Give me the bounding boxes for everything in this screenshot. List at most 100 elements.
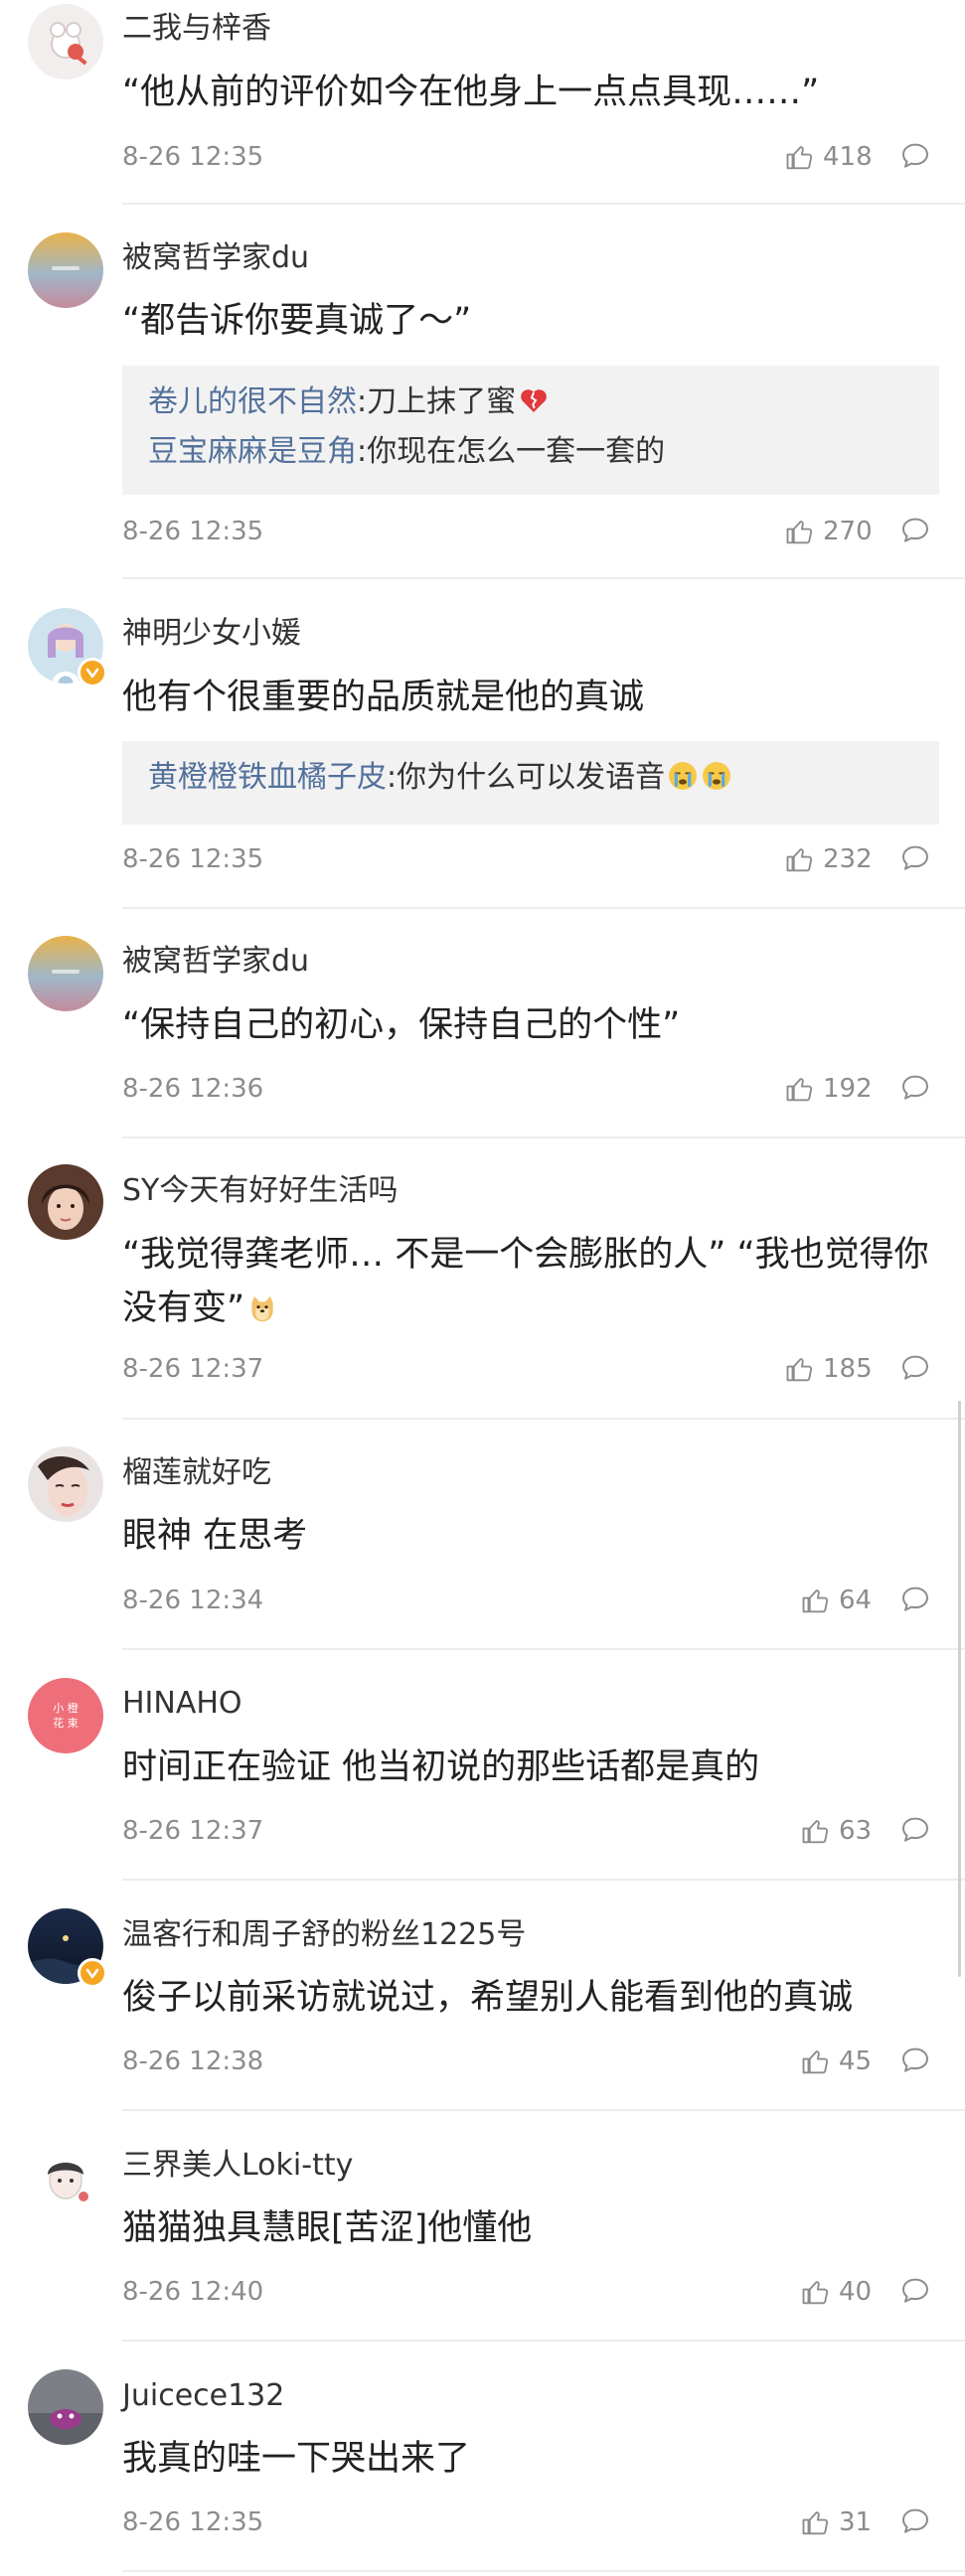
username[interactable]: Juicece132 [122,2377,284,2415]
comment-icon[interactable] [899,2505,931,2537]
reply-username[interactable]: 卷儿的很不自然 [148,384,357,419]
divider [122,2570,965,2572]
like-count: 270 [823,517,873,546]
comment-text-content: “我觉得龚老师… 不是一个会膨胀的人” “我也觉得你没有变” [122,1235,929,1328]
username[interactable]: 温客行和周子舒的粉丝1225号 [122,1916,526,1954]
reply-username[interactable]: 豆宝麻麻是豆角 [148,434,357,469]
like-button[interactable]: 270 [785,514,873,549]
thumbs-up-icon [786,848,813,872]
comment-icon[interactable] [899,1352,931,1384]
thumbs-up-icon [802,1590,829,1613]
broken-heart-emoji [521,389,547,412]
like-count: 31 [839,2507,873,2537]
comment-text: 我真的哇一下哭出来了 [122,2439,471,2479]
username[interactable]: 三界美人Loki-tty [122,2147,353,2185]
comment-icon[interactable] [899,515,931,546]
comment-icon[interactable] [899,140,931,172]
comment-icon[interactable] [899,2275,931,2307]
like-button[interactable]: 192 [785,1071,873,1107]
thumbs-up-icon [802,2511,829,2535]
comment-text: “他从前的评价如今在他身上一点点具现……” [122,73,820,112]
timestamp: 8-26 12:35 [122,142,264,172]
avatar[interactable] [28,2139,103,2214]
like-count: 418 [823,142,873,172]
username[interactable]: 榴莲就好吃 [122,1454,271,1492]
avatar[interactable] [28,936,103,1011]
like-button[interactable]: 185 [785,1351,873,1387]
like-button[interactable]: 45 [801,2044,872,2079]
reply-preview[interactable]: 黄橙橙铁血橘子皮:你为什么可以发语音 [122,741,939,825]
crying-face-emoji [703,762,731,790]
comment-text: 俊子以前采访就说过，希望别人能看到他的真诚 [122,1978,854,2018]
reply-text: :你为什么可以发语音 [387,760,666,795]
divider [122,907,965,909]
divider [122,577,965,579]
divider [122,2340,965,2342]
comment-text: “都告诉你要真诚了～” [122,301,472,341]
divider [122,203,965,205]
comment-text: 猫猫独具慧眼[苦涩]他懂他 [122,2208,533,2248]
username[interactable]: HINAHO [122,1685,242,1723]
like-count: 63 [839,1816,873,1846]
username[interactable]: SY今天有好好生活吗 [122,1172,398,1210]
username[interactable]: 被窝哲学家du [122,943,309,981]
reply-username[interactable]: 黄橙橙铁血橘子皮 [148,760,387,795]
avatar-text: 小 橙 花 束 [53,1702,79,1730]
like-count: 232 [823,844,873,874]
like-count: 40 [839,2277,873,2307]
reply-line: 黄橙橙铁血橘子皮:你为什么可以发语音 [148,753,913,803]
timestamp: 8-26 12:37 [122,1816,264,1846]
comment-icon[interactable] [899,1584,931,1615]
scrollbar[interactable] [958,1401,961,1977]
like-button[interactable]: 418 [785,139,873,175]
divider [122,1648,965,1650]
avatar[interactable] [28,232,103,308]
like-button[interactable]: 31 [801,2504,872,2540]
comment-text: “保持自己的初心，保持自己的个性” [122,1005,681,1045]
thumbs-up-icon [786,1358,813,1382]
reply-text: :刀上抹了蜜 [357,384,517,419]
avatar[interactable] [28,1446,103,1522]
comment-icon[interactable] [899,842,931,874]
verified-badge-icon [78,1958,107,1988]
comment-icon[interactable] [899,2045,931,2076]
like-button[interactable]: 64 [801,1583,872,1618]
thumbs-up-icon [786,521,813,544]
comment-text: 他有个很重要的品质就是他的真诚 [122,678,645,717]
thumbs-up-icon [802,1820,829,1844]
username[interactable]: 被窝哲学家du [122,239,309,277]
reply-preview[interactable]: 卷儿的很不自然:刀上抹了蜜 豆宝麻麻是豆角:你现在怎么一套一套的 [122,366,939,495]
doge-emoji [251,1296,273,1322]
like-button[interactable]: 40 [801,2274,872,2310]
timestamp: 8-26 12:40 [122,2277,264,2307]
avatar[interactable] [28,608,107,687]
reply-line: 豆宝麻麻是豆角:你现在怎么一套一套的 [148,427,913,477]
comment-text: “我觉得龚老师… 不是一个会膨胀的人” “我也觉得你没有变” [122,1228,947,1335]
avatar[interactable] [28,1908,107,1988]
thumbs-up-icon [786,1078,813,1102]
like-count: 45 [839,2046,873,2076]
avatar[interactable] [28,4,103,79]
avatar[interactable] [28,1164,103,1240]
timestamp: 8-26 12:35 [122,2507,264,2537]
divider [122,1418,965,1420]
like-count: 185 [823,1354,873,1384]
like-button[interactable]: 63 [801,1813,872,1849]
reply-text: :你现在怎么一套一套的 [357,434,666,469]
avatar[interactable] [28,2369,103,2445]
avatar[interactable]: 小 橙 花 束 [28,1678,103,1753]
divider [122,1879,965,1881]
timestamp: 8-26 12:37 [122,1354,264,1384]
timestamp: 8-26 12:35 [122,844,264,874]
username[interactable]: 二我与梓香 [122,10,271,48]
comment-icon[interactable] [899,1072,931,1104]
reply-line: 卷儿的很不自然:刀上抹了蜜 [148,378,913,427]
comment-text: 眼神 在思考 [122,1516,308,1556]
divider [122,1136,965,1138]
username[interactable]: 神明少女小媛 [122,615,301,653]
timestamp: 8-26 12:36 [122,1074,264,1104]
divider [122,2109,965,2111]
thumbs-up-icon [802,2281,829,2305]
like-button[interactable]: 232 [785,841,873,877]
comment-icon[interactable] [899,1814,931,1846]
